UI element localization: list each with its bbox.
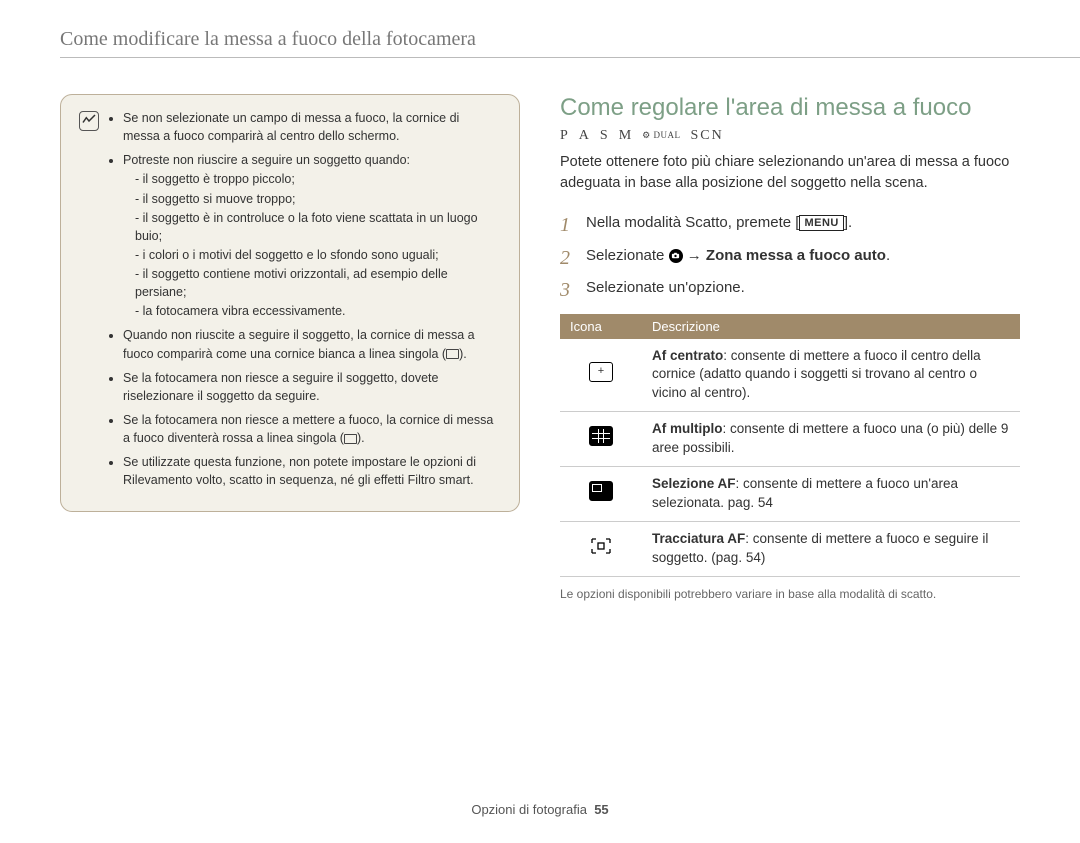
options-table: Icona Descrizione Af centrato: consente … bbox=[560, 314, 1020, 577]
mode-p: P bbox=[560, 128, 569, 144]
info-item: Potreste non riuscire a seguire un sogge… bbox=[123, 151, 497, 320]
mode-dual: DUAL bbox=[642, 130, 680, 141]
af-selection-icon bbox=[589, 481, 613, 501]
info-sublist: il soggetto è troppo piccolo; il soggett… bbox=[123, 170, 497, 320]
table-row: Selezione AF: consente di mettere a fuoc… bbox=[560, 466, 1020, 521]
row-name: Af multiplo bbox=[652, 421, 723, 436]
steps-list: Nella modalità Scatto, premete [MENU]. S… bbox=[560, 212, 1020, 300]
af-center-icon bbox=[589, 362, 613, 382]
step-text: . bbox=[886, 247, 890, 264]
info-item-text: Se la fotocamera non riesce a mettere a … bbox=[123, 413, 493, 445]
table-row: Af multiplo: consente di mettere a fuoco… bbox=[560, 412, 1020, 467]
col-desc: Descrizione bbox=[642, 314, 1020, 339]
af-tracking-icon bbox=[590, 537, 612, 555]
info-badge-icon bbox=[79, 111, 99, 131]
info-item: Se utilizzate questa funzione, non potet… bbox=[123, 453, 497, 489]
info-item-text: Quando non riuscite a seguire il soggett… bbox=[123, 328, 475, 360]
left-column: Se non selezionate un campo di messa a f… bbox=[60, 94, 520, 601]
table-footnote: Le opzioni disponibili potrebbero variar… bbox=[560, 587, 1020, 601]
info-subitem: la fotocamera vibra eccessivamente. bbox=[135, 302, 497, 320]
frame-icon bbox=[344, 434, 357, 444]
info-subitem: il soggetto si muove troppo; bbox=[135, 190, 497, 208]
info-subitem: il soggetto è troppo piccolo; bbox=[135, 170, 497, 188]
step-text: ]. bbox=[844, 214, 852, 231]
page-body: Se non selezionate un campo di messa a f… bbox=[0, 58, 1080, 601]
table-row: Af centrato: consente di mettere a fuoco… bbox=[560, 339, 1020, 412]
info-subitem: il soggetto è in controluce o la foto vi… bbox=[135, 209, 497, 245]
info-item-text: ). bbox=[459, 347, 467, 361]
info-item-text: Potreste non riuscire a seguire un sogge… bbox=[123, 153, 410, 167]
mode-s: S bbox=[600, 128, 609, 144]
section-title: Come regolare l'area di messa a fuoco bbox=[560, 94, 1020, 122]
info-subitem: i colori o i motivi del soggetto e lo sf… bbox=[135, 246, 497, 264]
af-multi-icon bbox=[589, 426, 613, 446]
frame-icon bbox=[446, 349, 459, 359]
right-column: Come regolare l'area di messa a fuoco P … bbox=[560, 94, 1020, 601]
mode-a: A bbox=[579, 128, 590, 144]
step-bold: Zona messa a fuoco auto bbox=[706, 247, 886, 264]
info-list: Se non selezionate un campo di messa a f… bbox=[109, 109, 497, 495]
step-text: Selezionate bbox=[586, 247, 669, 264]
col-icon: Icona bbox=[560, 314, 642, 339]
info-item-text: ). bbox=[357, 431, 365, 445]
mode-row: P A S M DUAL SCN bbox=[560, 128, 1020, 144]
mode-m: M bbox=[619, 128, 632, 144]
step-3: Selezionate un'opzione. bbox=[560, 277, 1020, 300]
info-subitem: il soggetto contiene motivi orizzontali,… bbox=[135, 265, 497, 301]
menu-key-icon: MENU bbox=[799, 215, 843, 231]
step-text: → bbox=[683, 247, 706, 264]
row-name: Tracciatura AF bbox=[652, 531, 745, 546]
info-item: Quando non riuscite a seguire il soggett… bbox=[123, 326, 497, 362]
row-name: Af centrato bbox=[652, 348, 723, 363]
row-name: Selezione AF bbox=[652, 476, 736, 491]
camera-icon bbox=[669, 249, 683, 263]
table-row: Tracciatura AF: consente di mettere a fu… bbox=[560, 521, 1020, 576]
info-item: Se non selezionate un campo di messa a f… bbox=[123, 109, 497, 145]
mode-scn: SCN bbox=[691, 128, 724, 144]
page-header: Come modificare la messa a fuoco della f… bbox=[60, 28, 1080, 58]
step-text: Nella modalità Scatto, premete [ bbox=[586, 214, 799, 231]
step-2: Selezionate → Zona messa a fuoco auto. bbox=[560, 245, 1020, 268]
info-item: Se la fotocamera non riesce a mettere a … bbox=[123, 411, 497, 447]
step-1: Nella modalità Scatto, premete [MENU]. bbox=[560, 212, 1020, 235]
section-lead: Potete ottenere foto più chiare selezion… bbox=[560, 152, 1020, 194]
info-item: Se la fotocamera non riesce a seguire il… bbox=[123, 369, 497, 405]
info-box: Se non selezionate un campo di messa a f… bbox=[60, 94, 520, 512]
